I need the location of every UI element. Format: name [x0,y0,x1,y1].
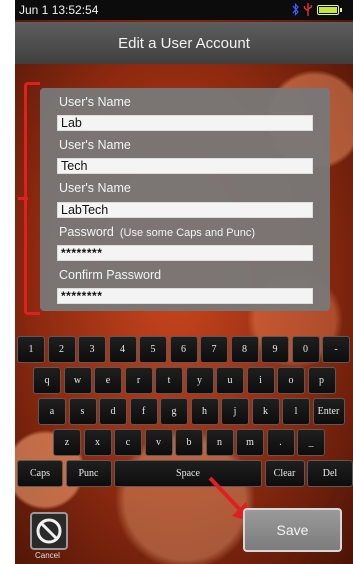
key-8[interactable]: 8 [230,336,259,363]
key-e[interactable]: e [94,367,122,394]
key-enter[interactable]: Enter [312,398,345,425]
key-d[interactable]: d [99,398,127,425]
key-6[interactable]: 6 [169,336,198,363]
key-x[interactable]: x [83,429,112,456]
battery-icon [317,4,342,15]
left-margin [0,0,15,564]
user-name-label-3: User's Name [59,181,131,195]
key-o[interactable]: o [277,367,305,394]
key-a[interactable]: a [38,398,66,425]
key-c[interactable]: c [114,429,142,456]
confirm-password-label: Confirm Password [59,268,162,282]
page-title: Edit a User Account [15,22,353,64]
key-s[interactable]: s [68,398,97,425]
user-name-label-2: User's Name [59,138,131,152]
bluetooth-icon [292,3,299,16]
key-7[interactable]: 7 [200,336,228,363]
key-u[interactable]: u [216,367,244,394]
key-punc[interactable]: Punc [65,460,112,487]
key-g[interactable]: g [160,398,188,425]
key-m[interactable]: m [236,429,264,456]
password-label-text: Password [59,225,114,239]
key-q[interactable]: q [33,367,61,394]
cancel-icon [36,518,62,544]
usb-icon [303,3,313,16]
password-hint: (Use some Caps and Punc) [119,227,256,239]
key-p[interactable]: p [307,367,336,394]
key-clear[interactable]: Clear [264,460,305,487]
key-5[interactable]: 5 [139,336,167,363]
key-2[interactable]: 2 [47,336,76,363]
key-z[interactable]: z [53,429,81,456]
highlight-bracket-tick [18,197,28,200]
key-b[interactable]: b [175,429,203,456]
key-t[interactable]: t [155,367,183,394]
key-minus[interactable]: - [322,336,350,363]
user-name-field-1[interactable]: Lab [57,115,313,131]
key-period[interactable]: . [266,429,295,456]
user-name-field-3[interactable]: LabTech [57,202,313,218]
key-4[interactable]: 4 [108,336,137,363]
key-0[interactable]: 0 [291,336,320,363]
status-bar: Jun 1 13:52:54 [15,0,353,20]
key-r[interactable]: r [124,367,153,394]
key-v[interactable]: v [144,429,173,456]
password-field[interactable]: ******** [57,245,313,261]
key-3[interactable]: 3 [78,336,106,363]
key-9[interactable]: 9 [261,336,289,363]
key-f[interactable]: f [129,398,158,425]
save-button[interactable]: Save [243,508,342,552]
key-k[interactable]: k [251,398,280,425]
confirm-password-field[interactable]: ******** [57,288,313,304]
key-1[interactable]: 1 [17,336,45,363]
key-l[interactable]: l [282,398,310,425]
user-name-field-2[interactable]: Tech [57,158,313,174]
key-caps[interactable]: Caps [17,460,63,487]
key-underscore[interactable]: _ [297,429,325,456]
key-n[interactable]: n [205,429,234,456]
key-i[interactable]: i [246,367,275,394]
password-label: Password (Use some Caps and Punc) [59,225,255,239]
key-j[interactable]: j [221,398,249,425]
cancel-label: Cancel [35,551,60,560]
status-icons [292,3,342,16]
key-h[interactable]: h [190,398,219,425]
key-w[interactable]: w [63,367,92,394]
key-y[interactable]: y [185,367,214,394]
key-del[interactable]: Del [307,460,353,487]
status-time: Jun 1 13:52:54 [19,3,99,17]
user-name-label-1: User's Name [59,95,131,109]
cancel-button[interactable] [30,512,68,550]
